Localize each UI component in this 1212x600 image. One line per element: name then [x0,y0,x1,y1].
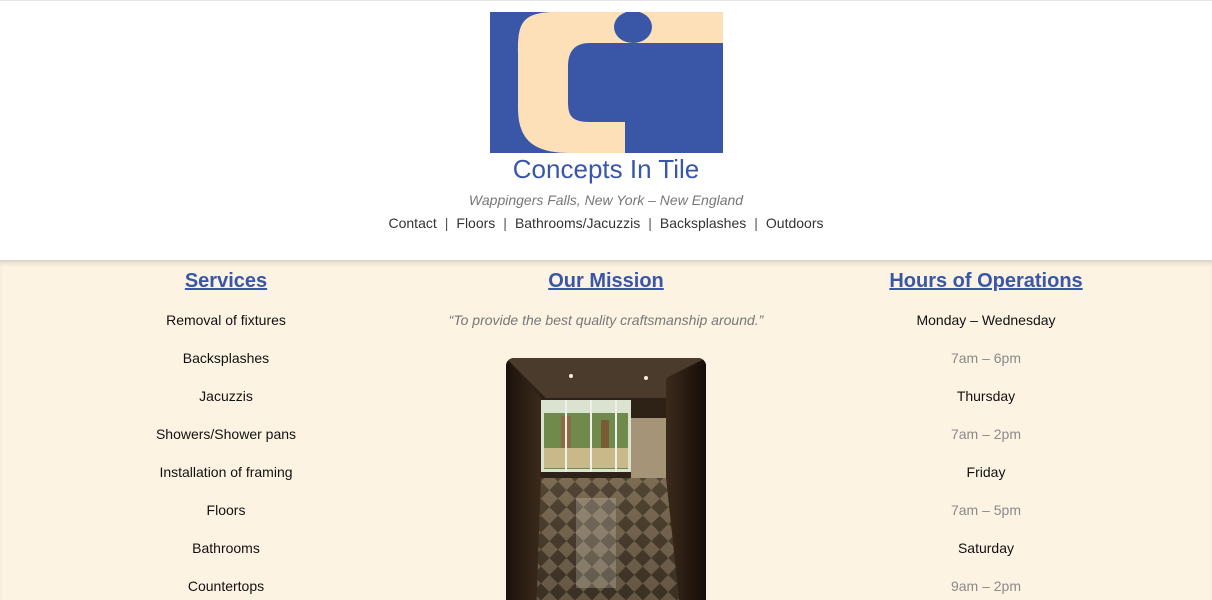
hours-time: 7am – 2pm [950,426,1022,442]
nav-link-outdoors[interactable]: Outdoors [766,215,824,231]
service-item: Bathrooms [192,540,260,556]
mission-quote: “To provide the best quality craftsmansh… [448,312,764,328]
concepts-in-tile-logo[interactable] [490,12,723,153]
site-header: Concepts In Tile Wappingers Falls, New Y… [0,0,1212,260]
nav-link-contact[interactable]: Contact [389,215,437,231]
nav-link-bathrooms-jacuzzis[interactable]: Bathrooms/Jacuzzis [515,215,640,231]
service-item: Showers/Shower pans [155,426,297,442]
nav-separator: | [503,215,507,231]
service-item: Installation of framing [159,464,293,480]
mission-heading[interactable]: Our Mission [406,269,806,293]
nav-separator: | [754,215,758,231]
service-item: Floors [206,502,246,518]
hours-time: 7am – 5pm [950,502,1022,518]
hours-time: 7am – 6pm [950,350,1022,366]
service-item: Backsplashes [182,350,270,366]
services-heading[interactable]: Services [26,269,426,293]
service-item: Countertops [187,578,265,594]
nav-separator: | [648,215,652,231]
hours-day: Thursday [956,388,1016,404]
site-title[interactable]: Concepts In Tile [0,152,1212,186]
tiled-hallway-photo [506,358,706,600]
hours-day: Saturday [957,540,1015,556]
page: Concepts In Tile Wappingers Falls, New Y… [0,0,1212,600]
nav-separator: | [444,215,449,231]
hours-day: Monday – Wednesday [916,312,1056,328]
main-nav: Contact | Floors | Bathrooms/Jacuzzis | Backsp… [0,214,1212,232]
service-item: Jacuzzis [199,388,253,404]
service-item: Removal of fixtures [166,312,286,328]
hours-heading[interactable]: Hours of Operations [786,269,1186,293]
nav-link-backsplashes[interactable]: Backsplashes [660,215,746,231]
hours-day: Friday [966,464,1006,480]
services-list: Removal of fixtures Backsplashes Jacuzzi… [26,312,426,600]
site-tagline: Wappingers Falls, New York – New England [468,192,744,208]
nav-link-floors[interactable]: Floors [456,215,495,231]
hours-time: 9am – 2pm [950,578,1022,594]
content-band: Services Removal of fixtures Backsplashe… [0,260,1212,600]
hours-list: Monday – Wednesday 7am – 6pm Thursday 7a… [786,312,1186,600]
